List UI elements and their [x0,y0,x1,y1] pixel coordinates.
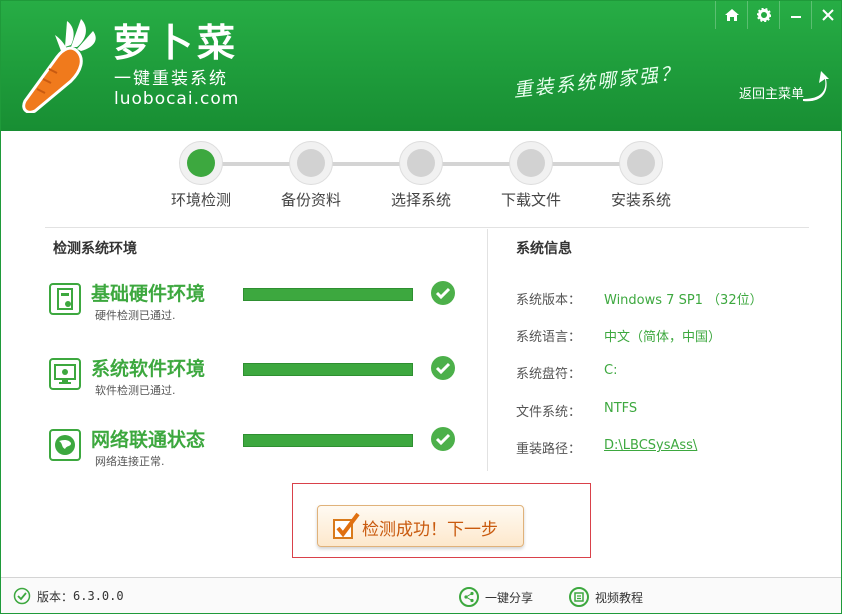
info-key: 系统语言： [516,330,582,345]
tutorial-icon [569,587,589,607]
check-subtitle: 软件检测已通过. [95,384,176,397]
app-window: 萝卜菜 一键重装系统 luobocai.com 重装系统哪家强？ 返回主菜单 环… [0,0,842,614]
info-key: 系统盘符： [516,367,582,382]
info-value: NTFS [604,401,638,416]
step-dot [399,141,443,185]
logo-subtitle: 一键重装系统 [114,69,228,89]
hardware-icon [49,283,81,315]
header-bar: 萝卜菜 一键重装系统 luobocai.com 重装系统哪家强？ 返回主菜单 [1,1,841,131]
check-title: 网络联通状态 [91,429,206,451]
divider [45,227,809,228]
step-dot [619,141,663,185]
next-step-button[interactable]: 检测成功！下一步 [317,505,524,547]
info-value: 中文（简体，中国） [604,330,722,345]
checkbox-checked-icon [333,512,360,539]
share-label: 一键分享 [485,590,534,605]
video-tutorial-button[interactable]: 视频教程 [569,587,643,607]
check-subtitle: 硬件检测已通过. [95,309,176,322]
minimize-button[interactable] [779,1,811,29]
window-controls [715,1,841,29]
step-dot [509,141,553,185]
check-row-software: 系统软件环境 软件检测已通过. [49,354,469,414]
left-panel-title: 检测系统环境 [53,241,137,257]
share-icon [459,587,479,607]
step-label: 选择系统 [390,191,451,209]
step-dot-active [179,141,223,185]
right-panel-title: 系统信息 [516,241,572,257]
close-icon [821,9,834,21]
logo-url: luobocai.com [114,89,240,109]
check-ok-icon [431,281,455,305]
home-button[interactable] [715,1,747,29]
check-title: 基础硬件环境 [91,283,206,305]
check-progress-bar [243,288,413,301]
next-step-label: 检测成功！下一步 [362,520,498,540]
next-button-highlight: 检测成功！下一步 [292,483,591,558]
step-label: 安装系统 [610,191,671,209]
status-icon [13,587,31,605]
check-row-network: 网络联通状态 网络连接正常. [49,425,469,485]
step-label: 环境检测 [170,191,231,209]
info-key: 文件系统： [516,405,582,420]
carrot-logo-icon [22,19,96,113]
logo-title: 萝卜菜 [113,21,240,65]
gear-icon [756,8,771,22]
info-key: 系统版本： [516,293,582,308]
back-arrow-icon [803,71,829,102]
check-title: 系统软件环境 [91,358,206,380]
footer-bar: 版本： 6.3.0.0 一键分享 视频教程 [1,577,841,613]
step-label: 备份资料 [280,191,341,209]
back-main-label: 返回主菜单 [739,87,805,102]
version-number: 6.3.0.0 [73,589,124,603]
info-key: 重装路径： [516,442,582,457]
step-dot [289,141,333,185]
reinstall-path-link[interactable]: D:\LBCSysAss\ [604,438,697,453]
check-progress-bar [243,434,413,447]
step-install: 安装系统 [591,141,691,210]
check-progress-bar [243,363,413,376]
version-label: 版本： [37,589,74,604]
check-subtitle: 网络连接正常. [95,455,165,468]
step-progress: 环境检测 备份资料 选择系统 下载文件 安装系统 [151,141,691,211]
step-label: 下载文件 [500,191,561,209]
check-ok-icon [431,356,455,380]
home-icon [724,9,739,21]
step-backup: 备份资料 [261,141,361,210]
info-value: Windows 7 SP1 （32位） [604,293,763,308]
software-icon [49,358,81,390]
close-button[interactable] [811,1,841,29]
divider-vertical [487,229,488,471]
share-button[interactable]: 一键分享 [459,587,533,607]
step-download: 下载文件 [481,141,581,210]
version-info: 版本： 6.3.0.0 [13,587,124,605]
tutorial-label: 视频教程 [595,590,644,605]
step-select-system: 选择系统 [371,141,471,210]
info-value: C: [604,363,618,378]
back-to-main-button[interactable]: 返回主菜单 [737,69,837,109]
check-row-hardware: 基础硬件环境 硬件检测已通过. [49,279,469,339]
slogan-text: 重装系统哪家强？ [512,62,682,102]
minimize-icon [790,16,801,18]
network-icon [49,429,81,461]
check-ok-icon [431,427,455,451]
step-env-check: 环境检测 [151,141,251,210]
settings-button[interactable] [747,1,779,29]
